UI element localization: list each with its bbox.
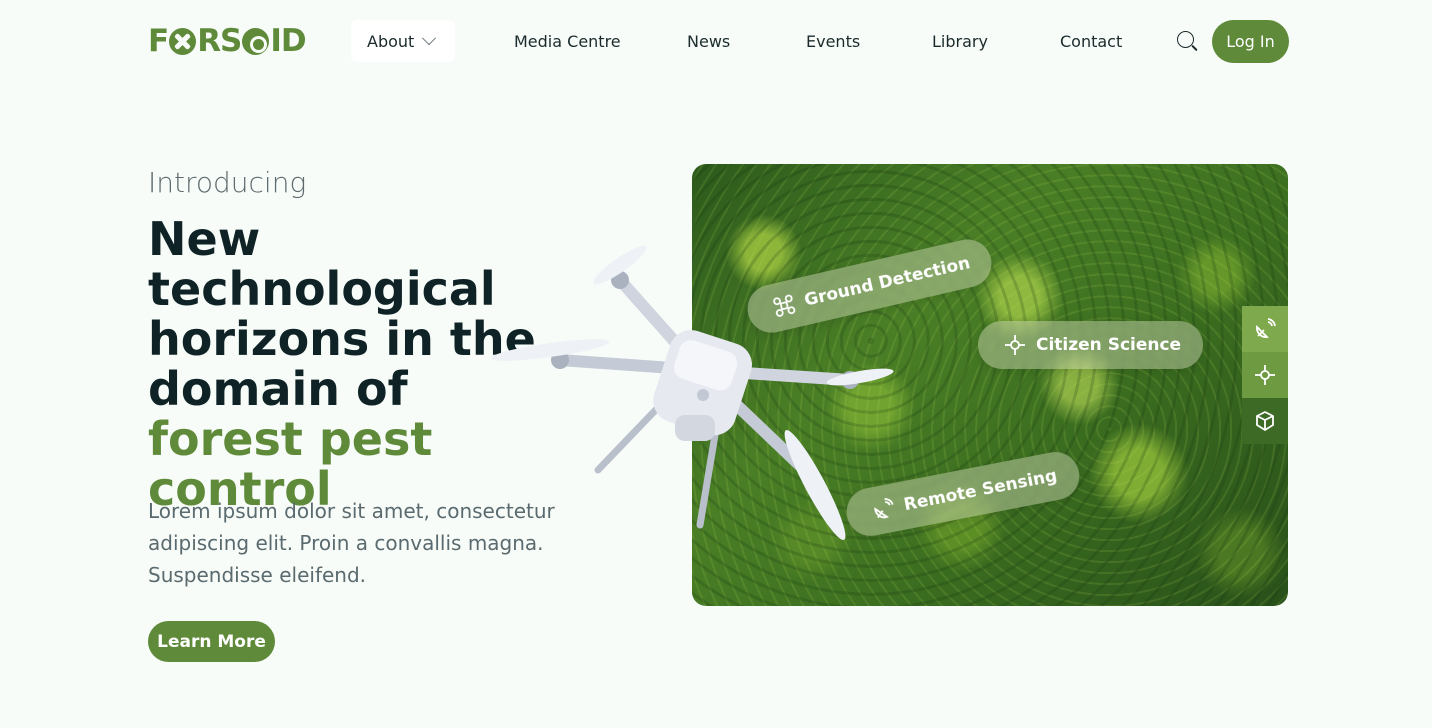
search-icon[interactable] <box>1176 30 1198 52</box>
tab-citizen-science[interactable] <box>1242 352 1288 398</box>
logo[interactable]: F RS ID <box>148 23 307 59</box>
nav-events[interactable]: Events <box>806 20 860 62</box>
hero-intro: Introducing <box>148 166 307 199</box>
logo-letters-rs: RS <box>197 23 242 59</box>
nav-news[interactable]: News <box>687 20 730 62</box>
drone-illustration <box>490 245 894 540</box>
chip-citizen-label: Citizen Science <box>1036 335 1182 355</box>
tab-ground-detection[interactable] <box>1242 398 1288 444</box>
chip-citizen-science[interactable]: Citizen Science <box>978 321 1204 369</box>
login-button[interactable]: Log In <box>1212 20 1289 63</box>
side-tabs <box>1242 306 1288 444</box>
chevron-down-icon <box>422 31 437 46</box>
nav-media-centre[interactable]: Media Centre <box>514 20 621 62</box>
learn-more-button[interactable]: Learn More <box>148 621 275 662</box>
satellite-icon <box>1256 318 1276 338</box>
tab-remote-sensing[interactable] <box>1242 306 1288 352</box>
box-icon <box>1256 411 1274 431</box>
logo-gear-icon <box>242 27 270 55</box>
logo-letter-f: F <box>148 23 169 59</box>
logo-letters-id: ID <box>270 23 306 59</box>
nav-library[interactable]: Library <box>932 20 988 62</box>
nav-contact[interactable]: Contact <box>1060 20 1122 62</box>
crosshair-icon <box>1005 335 1025 355</box>
drone-crosshair-icon <box>1255 365 1275 385</box>
nav-about-label: About <box>367 31 415 51</box>
nav-about[interactable]: About <box>351 20 455 62</box>
logo-tools-icon <box>169 27 197 55</box>
